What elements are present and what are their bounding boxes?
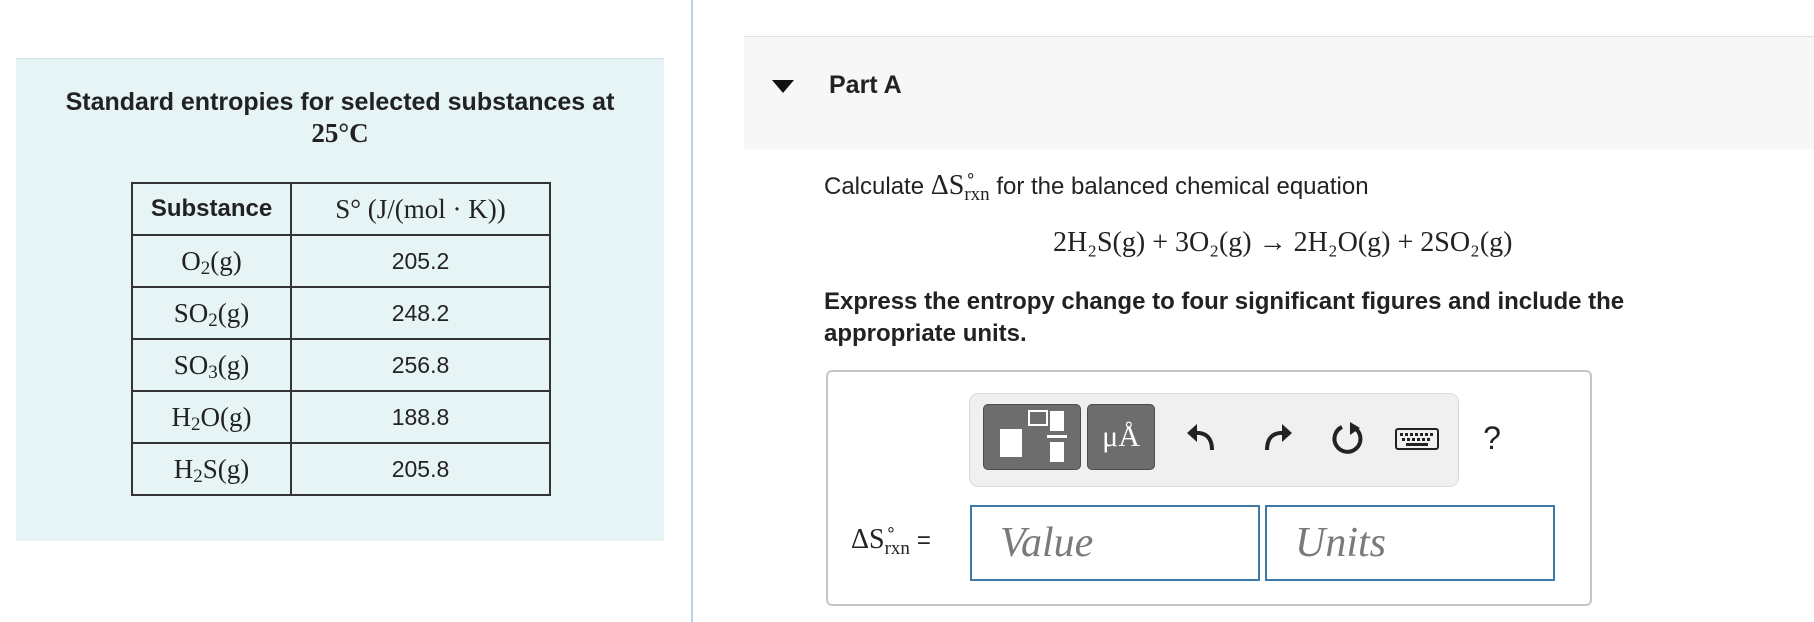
substance-cell: H2O(g) xyxy=(131,390,292,444)
answer-delta-s: ΔS xyxy=(851,524,885,555)
math-toolbar: μÅ ? xyxy=(969,393,1501,487)
substance-state: S(g) xyxy=(202,453,250,484)
header-entropy: S° (J/(mol · K)) xyxy=(290,182,551,236)
table-row: H2S(g) 205.8 xyxy=(131,442,551,496)
answer-box: μÅ ? ΔS ∘ rxn = xyxy=(826,370,1592,606)
substance-formula: H xyxy=(173,453,194,484)
templates-icon xyxy=(1000,410,1067,462)
header-substance: Substance xyxy=(131,182,292,236)
substance-cell: H2S(g) xyxy=(131,442,292,496)
units-icon: μÅ xyxy=(1102,420,1140,453)
reset-icon[interactable] xyxy=(1328,418,1368,458)
substance-subscript: 2 xyxy=(193,465,203,487)
substance-subscript: 2 xyxy=(200,257,211,279)
collapse-caret-icon[interactable] xyxy=(772,80,794,93)
table-caption: Standard entropies for selected substanc… xyxy=(16,87,664,150)
undo-icon[interactable] xyxy=(1182,418,1222,458)
redo-icon[interactable] xyxy=(1257,418,1297,458)
help-icon[interactable]: ? xyxy=(1472,418,1512,458)
substance-subscript: 3 xyxy=(208,361,218,383)
entropy-value-cell: 256.8 xyxy=(290,338,551,392)
substance-formula: SO xyxy=(173,297,209,328)
keyboard-icon[interactable] xyxy=(1395,428,1439,450)
substance-state: (g) xyxy=(217,349,250,380)
rxn-subscript: rxn xyxy=(964,184,990,205)
entropy-value-cell: 205.8 xyxy=(290,442,551,496)
substance-cell: SO2(g) xyxy=(131,286,292,340)
table-row: O2(g) 205.2 xyxy=(131,234,551,288)
entropy-value-cell: 205.2 xyxy=(290,234,551,288)
entropy-value-cell: 248.2 xyxy=(290,286,551,340)
templates-button[interactable] xyxy=(983,404,1081,470)
substance-formula: H xyxy=(171,401,192,432)
substance-formula: SO xyxy=(173,349,209,380)
equals-sign: = xyxy=(916,527,931,554)
table-row: SO2(g) 248.2 xyxy=(131,286,551,340)
units-input[interactable] xyxy=(1265,505,1555,581)
substance-subscript: 2 xyxy=(208,309,218,331)
table-caption-temperature: 25°C xyxy=(311,118,369,148)
question-prefix: Calculate xyxy=(824,173,925,200)
question-suffix: for the balanced chemical equation xyxy=(996,173,1369,200)
chemical-equation: 2H₂S(g) + 3O₂(g) → 2H₂O(g) + 2SO₂(g) xyxy=(1053,227,1513,258)
answer-rxn-subscript: rxn xyxy=(884,538,910,559)
answer-label: ΔS ∘ rxn = xyxy=(851,520,931,559)
entropy-table: Substance S° (J/(mol · K)) O2(g) 205.2 SO2… xyxy=(131,182,551,496)
value-input[interactable] xyxy=(970,505,1260,581)
table-header-row: Substance S° (J/(mol · K)) xyxy=(131,182,551,236)
substance-cell: SO3(g) xyxy=(131,338,292,392)
table-body: O2(g) 205.2 SO2(g) 248.2 SO3(g) 256.8 H2O(g) 18… xyxy=(131,234,551,496)
delta-s-symbol: ΔS ∘ rxn xyxy=(930,166,990,204)
table-row: H2O(g) 188.8 xyxy=(131,390,551,444)
substance-state: (g) xyxy=(210,245,242,276)
table-caption-text: Standard entropies for selected substanc… xyxy=(65,88,615,116)
substance-state: (g) xyxy=(217,297,250,328)
answer-degree-sign: ∘ xyxy=(885,520,897,539)
substance-cell: O2(g) xyxy=(131,234,292,288)
degree-sign: ∘ xyxy=(965,166,976,185)
delta-s-text: ΔS xyxy=(930,170,965,201)
units-button[interactable]: μÅ xyxy=(1087,404,1155,470)
part-a-header[interactable]: Part A xyxy=(744,36,1814,149)
question-text: Calculate ΔS ∘ rxn for the balanced chemic… xyxy=(824,166,1369,204)
entropy-table-panel: Standard entropies for selected substanc… xyxy=(16,58,664,541)
table-row: SO3(g) 256.8 xyxy=(131,338,551,392)
substance-formula: O xyxy=(181,245,201,276)
substance-subscript: 2 xyxy=(191,413,201,435)
panel-divider xyxy=(691,0,693,622)
substance-state: O(g) xyxy=(200,401,252,432)
part-title: Part A xyxy=(829,71,902,99)
entropy-value-cell: 188.8 xyxy=(290,390,551,444)
instructions: Express the entropy change to four signi… xyxy=(824,288,1625,347)
